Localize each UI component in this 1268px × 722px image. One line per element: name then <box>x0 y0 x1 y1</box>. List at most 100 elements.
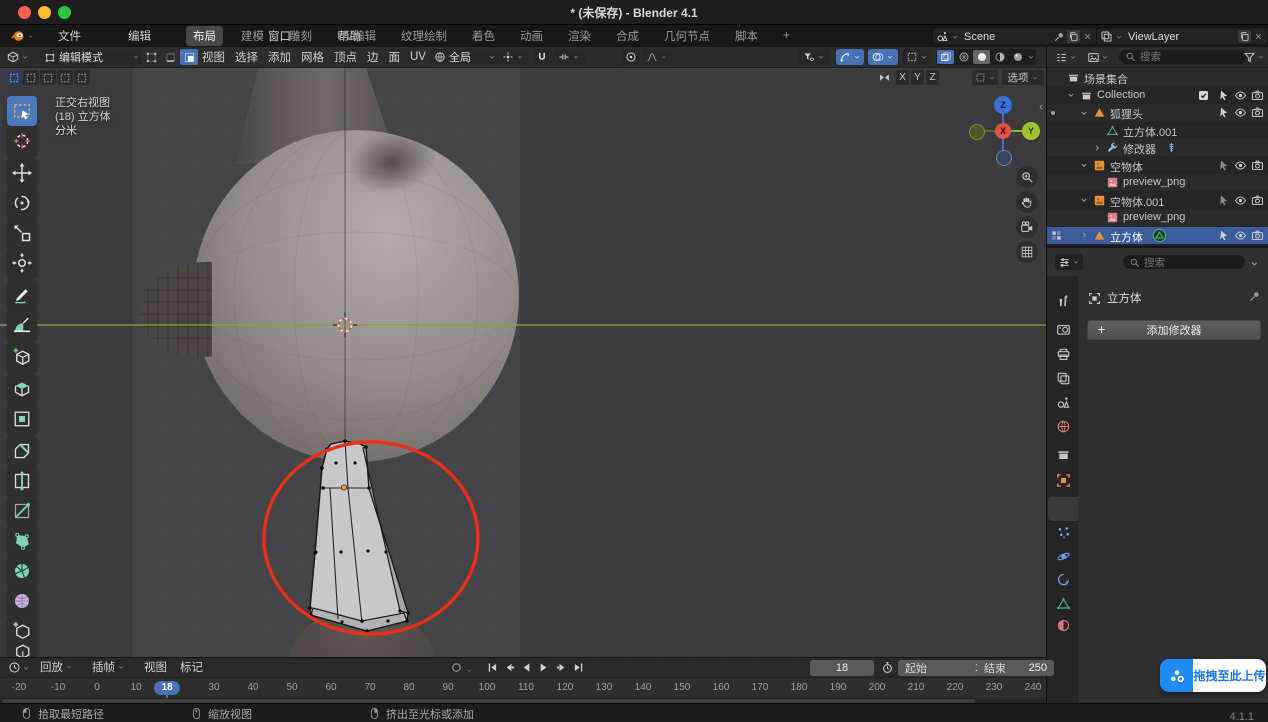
jump-to-end-button[interactable] <box>570 660 586 675</box>
timeline-editor-type-button[interactable] <box>8 660 30 675</box>
breadcrumb-pin-button[interactable] <box>1248 290 1262 304</box>
properties-tab-tool[interactable] <box>1048 288 1078 312</box>
viewport-menu-6[interactable]: 面 <box>389 49 401 65</box>
mirror-axis-y-button[interactable]: Y <box>911 70 924 85</box>
mode-selector[interactable]: 编辑模式 <box>40 49 144 65</box>
properties-tab-scene[interactable] <box>1048 390 1078 414</box>
gizmo-axis-neg-z[interactable] <box>996 150 1012 166</box>
gizmo-axis-z[interactable]: Z <box>994 96 1012 114</box>
tool-rip-region-button[interactable] <box>7 644 37 657</box>
pivot-point-button[interactable] <box>498 49 528 65</box>
tool-poly-build-button[interactable] <box>7 526 37 556</box>
tool-cursor-3d-button[interactable] <box>7 126 37 156</box>
scene-copy-button[interactable] <box>1067 30 1080 43</box>
workspace-tab-9[interactable]: 几何节点 <box>657 26 717 46</box>
next-keyframe-button[interactable] <box>553 660 569 675</box>
zoom-view-button[interactable] <box>1016 166 1038 188</box>
tool-edge-slide-button[interactable] <box>7 616 37 646</box>
falloff-button[interactable] <box>642 49 672 65</box>
navigation-gizmo[interactable]: ZYX <box>965 95 1043 167</box>
select-extend-button[interactable] <box>23 70 39 85</box>
tool-transform-button[interactable] <box>7 248 37 278</box>
blender-menu-button[interactable] <box>10 28 32 44</box>
properties-tab-object[interactable] <box>1048 468 1078 492</box>
show-overlays-button[interactable] <box>868 49 898 65</box>
outliner-filter-button[interactable] <box>1243 50 1265 64</box>
tool-spin-button[interactable] <box>7 556 37 586</box>
viewport-menu-3[interactable]: 网格 <box>301 49 324 65</box>
viewport-menu-2[interactable]: 添加 <box>268 49 291 65</box>
auto-keying-button[interactable] <box>448 660 464 675</box>
snap-uv-button[interactable] <box>972 70 998 85</box>
outliner-search-box[interactable]: 搜索 <box>1119 50 1247 64</box>
tool-move-button[interactable] <box>7 158 37 188</box>
tool-scale-button[interactable] <box>7 218 37 248</box>
select-mode-vertex-button[interactable] <box>142 49 160 65</box>
view-layer-selector[interactable]: ViewLayer <box>1097 29 1267 44</box>
properties-editor-type-button[interactable] <box>1055 254 1083 270</box>
play-button[interactable] <box>535 660 551 675</box>
play-reverse-button[interactable] <box>518 660 534 675</box>
viewport-menu-5[interactable]: 边 <box>367 49 379 65</box>
visibility-button[interactable] <box>798 49 830 65</box>
gizmo-axis-neg-y[interactable] <box>969 124 985 140</box>
properties-tab-world[interactable] <box>1048 414 1078 438</box>
select-mode-edge-button[interactable] <box>161 49 179 65</box>
add-modifier-button[interactable]: 添加修改器 <box>1087 320 1261 340</box>
tool-extrude-region-button[interactable] <box>7 374 37 404</box>
tool-add-cube-button[interactable] <box>7 342 37 372</box>
mirror-axis-z-button[interactable]: Z <box>926 70 939 85</box>
tool-options-button[interactable]: 选项 <box>1002 70 1044 85</box>
prev-keyframe-button[interactable] <box>501 660 517 675</box>
outliner-row-修改器[interactable]: 修改器 <box>1047 139 1268 156</box>
workspace-tab-3[interactable]: UV编辑 <box>330 26 383 46</box>
viewport-menu-1[interactable]: 选择 <box>235 49 258 65</box>
properties-search-box[interactable]: 搜索 <box>1123 255 1245 269</box>
orientation-selector[interactable]: 全局 <box>430 49 500 65</box>
properties-tab-collection[interactable] <box>1048 442 1078 466</box>
tool-loop-cut-button[interactable] <box>7 466 37 496</box>
workspace-tab-0[interactable]: 布局 <box>186 26 223 46</box>
timeline-menu-1[interactable]: 插帧 <box>92 659 125 675</box>
frame-start-field[interactable]: 起始1 <box>898 660 988 676</box>
outliner-filter-type-button[interactable] <box>1087 50 1109 64</box>
pan-view-button[interactable] <box>1016 191 1038 213</box>
add-workspace-button[interactable]: + <box>776 28 797 44</box>
shading-wireframe-button[interactable] <box>955 50 972 64</box>
snap-toggle-button[interactable] <box>533 49 551 65</box>
editor-type-button[interactable] <box>6 49 29 65</box>
proportional-edit-button[interactable] <box>622 49 640 65</box>
properties-tab-view-layer[interactable] <box>1048 366 1078 390</box>
playhead[interactable]: 18 <box>154 681 180 695</box>
gizmo-axis-x[interactable]: X <box>995 123 1011 139</box>
shading-material-button[interactable] <box>991 50 1008 64</box>
outliner-display-mode-button[interactable] <box>1055 50 1077 64</box>
gizmo-axis-y[interactable]: Y <box>1022 122 1040 140</box>
frame-end-field[interactable]: 结束250 <box>977 660 1054 676</box>
upload-overlay-button[interactable]: 拖拽至此上传 <box>1160 659 1266 692</box>
app-menu-1[interactable]: 编辑 <box>128 28 151 44</box>
properties-tab-output[interactable] <box>1048 342 1078 366</box>
outliner-row-狐狸头[interactable]: 狐狸头 <box>1047 104 1268 121</box>
shading-solid-button[interactable] <box>973 50 990 64</box>
viewport-menu-7[interactable]: UV <box>410 51 426 63</box>
app-menu-0[interactable]: 文件 <box>58 28 81 44</box>
viewport-menu-4[interactable]: 顶点 <box>334 49 357 65</box>
tool-smooth-button[interactable] <box>7 586 37 616</box>
outliner-row-preview_png[interactable]: preview_png <box>1047 174 1268 191</box>
properties-tab-particles[interactable] <box>1048 520 1078 544</box>
auto-keying-options-button[interactable] <box>465 662 475 674</box>
tool-annotate-button[interactable] <box>7 280 37 310</box>
outliner-row-preview_png[interactable]: preview_png <box>1047 209 1268 226</box>
workspace-tab-7[interactable]: 渲染 <box>561 26 598 46</box>
toggle-xray-button[interactable] <box>937 50 954 64</box>
select-intersect-button[interactable] <box>74 70 90 85</box>
select-mode-face-button[interactable] <box>180 49 198 65</box>
tool-measure-button[interactable] <box>7 310 37 340</box>
scene-selector[interactable]: Scene <box>933 29 1096 44</box>
properties-tab-object-data[interactable] <box>1048 591 1078 615</box>
outliner-row-Collection[interactable]: Collection <box>1047 87 1268 104</box>
mirror-axis-x-button[interactable]: X <box>896 70 909 85</box>
workspace-tab-8[interactable]: 合成 <box>609 26 646 46</box>
camera-view-button[interactable] <box>1016 216 1038 238</box>
